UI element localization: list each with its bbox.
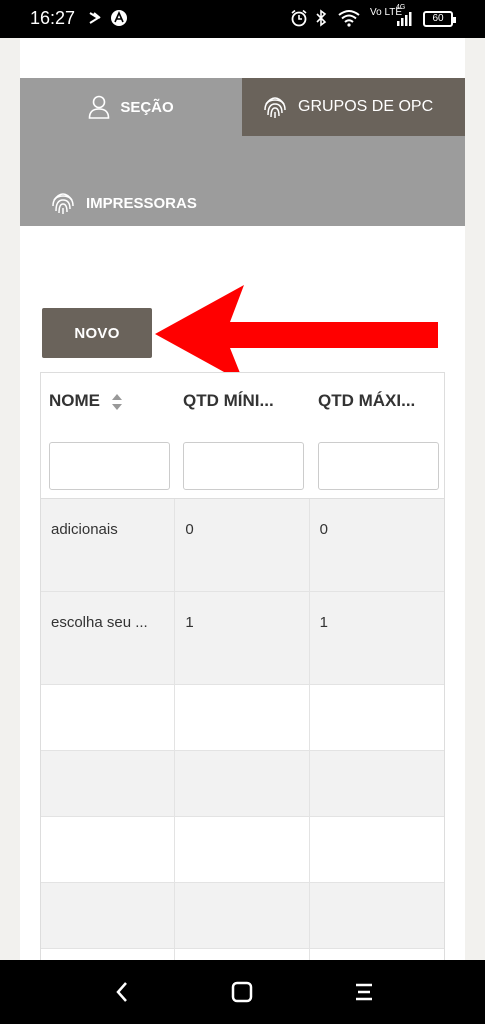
status-time: 16:27: [30, 8, 76, 28]
cell-qtd-max: 0: [319, 521, 328, 538]
data-saver-icon: [89, 12, 101, 24]
tab-secao[interactable]: SEÇÃO: [20, 78, 242, 136]
app-notification-icon: [111, 10, 127, 26]
bluetooth-icon: [316, 9, 327, 27]
back-icon[interactable]: [112, 978, 132, 1006]
page-content: SEÇÃO GRUPOS DE OPC IMPRESSORAS NOVO NOM…: [20, 38, 465, 960]
table-header: NOME QTD MÍNI... QTD MÁXI...: [41, 373, 444, 499]
cell-qtd-min: 1: [175, 592, 310, 684]
tab-bar: SEÇÃO GRUPOS DE OPC IMPRESSORAS: [20, 78, 465, 226]
empty-row: [41, 817, 444, 883]
tab-impressoras-label: IMPRESSORAS: [86, 194, 197, 212]
filter-nome-input[interactable]: [49, 442, 170, 490]
battery-indicator: 60: [423, 11, 456, 27]
wifi-icon: [338, 10, 360, 27]
column-header-nome[interactable]: NOME: [49, 391, 123, 411]
filter-qtd-max-input[interactable]: [318, 442, 439, 490]
table-row[interactable]: adicionais 0 0: [41, 499, 444, 592]
novo-button[interactable]: NOVO: [42, 308, 152, 358]
tab-grupos-de-opc[interactable]: GRUPOS DE OPC: [242, 78, 465, 136]
column-header-qtd-max[interactable]: QTD MÁXI...: [318, 391, 415, 411]
empty-row: [41, 751, 444, 817]
status-bar: 16:27 Vo LTE 4G 60: [0, 0, 485, 38]
recent-apps-icon[interactable]: [352, 978, 376, 1006]
home-icon[interactable]: [230, 978, 254, 1006]
filter-qtd-min-input[interactable]: [183, 442, 304, 490]
tab-secao-label: SEÇÃO: [120, 98, 174, 116]
tab-grupos-label: GRUPOS DE OPC: [298, 98, 434, 115]
tab-impressoras[interactable]: IMPRESSORAS: [50, 188, 197, 218]
column-header-qtd-min[interactable]: QTD MÍNI...: [183, 391, 274, 411]
red-arrow-annotation: [155, 285, 438, 383]
cell-qtd-max: 1: [319, 614, 328, 631]
signal-icon: [397, 12, 412, 26]
cell-nome: escolha seu ...: [41, 592, 176, 684]
table-row[interactable]: escolha seu ... 1 1: [41, 592, 444, 685]
sort-icon[interactable]: [111, 393, 123, 411]
alarm-icon: [291, 9, 307, 27]
fingerprint-icon: [52, 193, 74, 214]
empty-row: [41, 883, 444, 949]
fingerprint-icon: [264, 97, 286, 118]
cell-qtd-min: 0: [175, 499, 310, 591]
cell-nome: adicionais: [41, 499, 176, 591]
system-nav-bar: [0, 960, 485, 1024]
person-icon: [89, 95, 110, 119]
empty-row: [41, 685, 444, 751]
empty-row: [41, 949, 444, 960]
data-table: NOME QTD MÍNI... QTD MÁXI... adicionais …: [40, 372, 445, 960]
